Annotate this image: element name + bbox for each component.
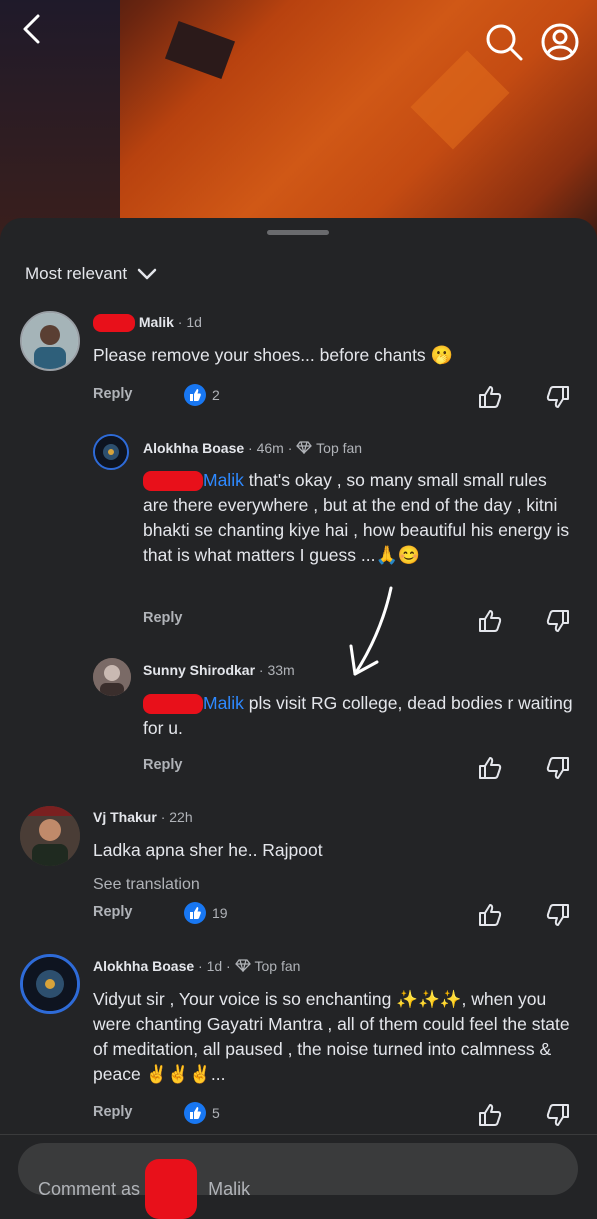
top-fan-badge: Top fan [316,440,363,456]
avatar[interactable] [20,311,80,371]
profile-icon[interactable] [540,22,580,62]
thumbs-down-icon[interactable] [545,902,571,928]
comment-author[interactable]: Vj Thakur · 22h [93,809,193,825]
thumbs-up-icon[interactable] [477,755,503,781]
like-reaction-icon [184,1102,206,1124]
comment-time: 1d [186,314,202,330]
comment-author[interactable]: Sunny Shirodkar · 33m [143,662,295,678]
diamond-icon [234,959,251,974]
avatar[interactable] [20,954,80,1014]
like-count[interactable]: 5 [184,1102,220,1124]
like-count[interactable]: 2 [184,384,220,406]
thumbs-up-icon[interactable] [477,608,503,634]
video-detail [164,20,236,80]
video-shadow [0,0,120,240]
comment-text: Please remove your shoes... before chant… [93,345,453,365]
reply-button[interactable]: Reply [143,610,183,626]
avatar[interactable] [20,806,80,866]
like-reaction-icon [184,384,206,406]
diamond-icon [296,441,313,456]
comment-placeholder: Comment as Malik [38,1159,250,1219]
avatar[interactable] [93,434,129,470]
thumbs-down-icon[interactable] [545,755,571,781]
comment-author[interactable]: Alokhha Boase · 46m · Top fan [143,440,362,456]
chevron-down-icon [137,268,157,280]
comments-sheet: Most relevant Malik · 1d Please remove y… [0,218,597,1200]
mention-link[interactable]: Malik [203,470,244,490]
redaction [93,314,135,333]
arrow-annotation [349,586,393,676]
comment-text: Malik that's okay , so many small small … [143,470,570,565]
top-fan-badge: Top fan [254,958,301,974]
comment-text: Ladka apna sher he.. Rajpoot [93,840,323,860]
reply-button[interactable]: Reply [93,1104,133,1120]
thumbs-up-icon[interactable] [477,902,503,928]
comment-composer: Comment as Malik [0,1134,597,1219]
like-reaction-icon [184,902,206,924]
thumbs-down-icon[interactable] [545,1102,571,1128]
video-detail [410,50,510,150]
thumbs-down-icon[interactable] [545,608,571,634]
avatar[interactable] [93,658,131,696]
thumbs-down-icon[interactable] [545,384,571,410]
thumbs-up-icon[interactable] [477,384,503,410]
reply-button[interactable]: Reply [93,386,133,402]
sort-label: Most relevant [25,264,128,283]
redaction [143,471,203,492]
back-icon[interactable] [20,12,44,46]
mention-link[interactable]: Malik [203,693,244,713]
redaction [143,694,203,715]
redaction [145,1159,198,1219]
search-icon[interactable] [484,22,524,62]
like-count[interactable]: 19 [184,902,228,924]
sort-dropdown[interactable]: Most relevant [25,264,157,284]
comment-text: Vidyut sir , Your voice is so enchanting… [93,989,570,1084]
reply-button[interactable]: Reply [143,757,183,773]
comment-input[interactable]: Comment as Malik [18,1143,578,1219]
drag-handle[interactable] [267,230,329,235]
comment-author[interactable]: Alokhha Boase · 1d · Top fan [93,958,300,974]
comment-text: Malik pls visit RG college, dead bodies … [143,693,573,738]
comment-author[interactable]: Malik · 1d [93,314,202,333]
reply-button[interactable]: Reply [93,904,133,920]
thumbs-up-icon[interactable] [477,1102,503,1128]
see-translation-link[interactable]: See translation [93,876,200,894]
